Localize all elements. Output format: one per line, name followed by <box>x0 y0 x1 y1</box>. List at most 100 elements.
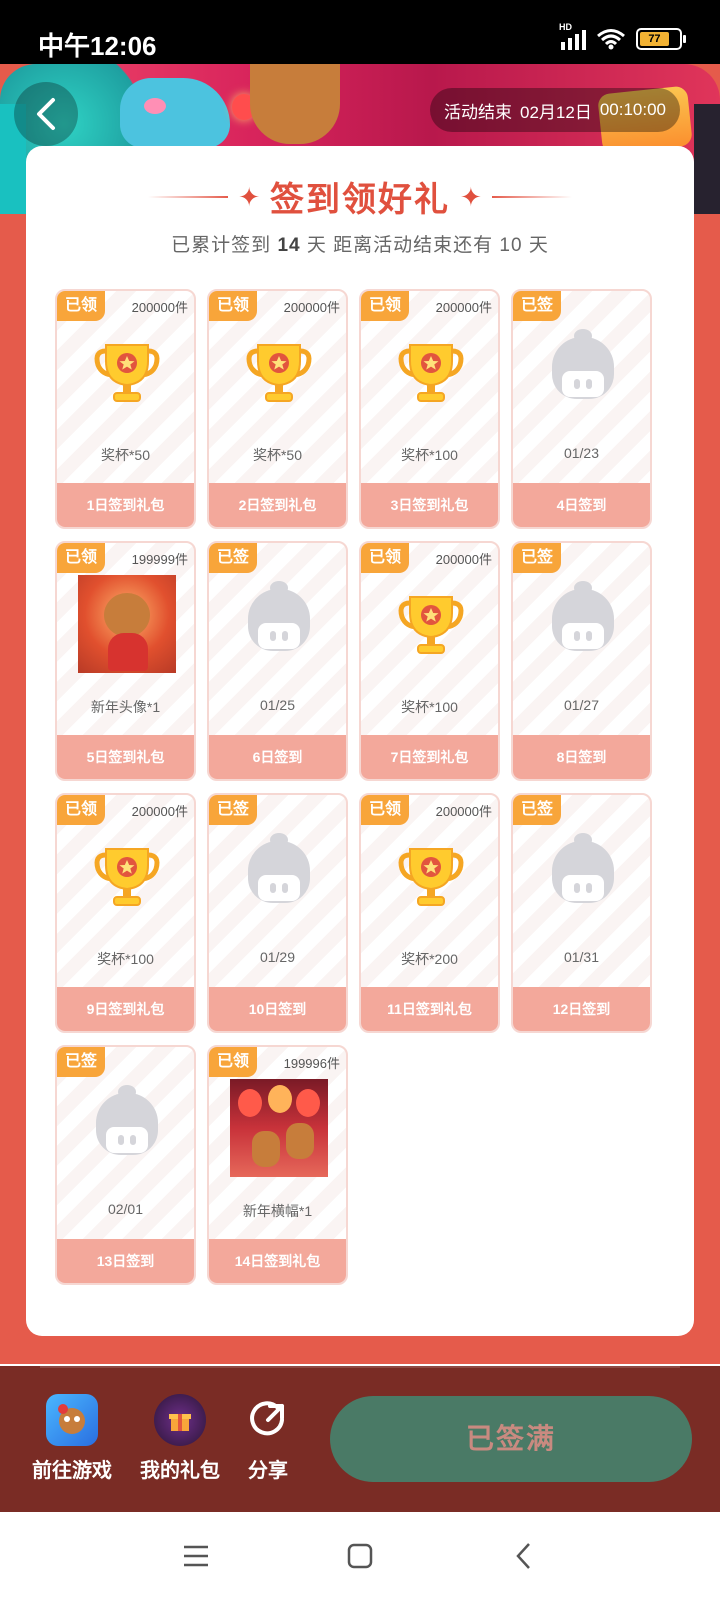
reward-tile[interactable]: 已领 200000件 奖杯*200 11日签到礼包 <box>359 793 500 1033</box>
event-countdown: 活动结束 02月12日 00:10:00 <box>430 88 681 132</box>
signin-card: ✦ 签到领好礼 ✦ 已累计签到 14 天 距离活动结束还有 10 天 已领 200… <box>26 146 694 1336</box>
reward-image <box>230 1079 328 1177</box>
reward-name: 新年头像*1 <box>90 699 161 715</box>
share-icon <box>242 1394 294 1446</box>
new-year-avatar-image <box>78 575 176 673</box>
reward-tile[interactable]: 已签 01/27 8日签到 <box>511 541 652 781</box>
status-badge: 已领 <box>361 543 409 573</box>
stock-count: 200000件 <box>131 804 188 819</box>
signed-days-count: 14 <box>277 235 301 256</box>
trophy-icon <box>398 596 464 654</box>
status-badge: 已签 <box>513 795 561 825</box>
stock-count: 200000件 <box>435 804 492 819</box>
reward-tile[interactable]: 已签 01/31 12日签到 <box>511 793 652 1033</box>
placeholder-icon <box>552 329 614 407</box>
stock-count: 199999件 <box>131 552 188 567</box>
reward-name: 奖杯*100 <box>401 447 458 463</box>
countdown-label: 活动结束 <box>444 102 512 122</box>
home-icon[interactable] <box>338 1534 382 1578</box>
reward-name: 01/23 <box>563 445 600 461</box>
banner-edge-right <box>694 104 720 214</box>
status-badge: 已签 <box>209 543 257 573</box>
placeholder-icon <box>96 1085 158 1163</box>
status-badge: 已领 <box>361 795 409 825</box>
reward-image <box>78 827 176 925</box>
my-gifts-label: 我的礼包 <box>140 1460 220 1482</box>
new-year-banner-image <box>230 1079 328 1177</box>
reward-tile[interactable]: 已签 01/29 10日签到 <box>207 793 348 1033</box>
system-navigation-bar <box>0 1512 720 1600</box>
reward-image <box>230 323 328 421</box>
reward-tile[interactable]: 已签 01/25 6日签到 <box>207 541 348 781</box>
signin-summary: 已累计签到 14 天 距离活动结束还有 10 天 <box>26 230 694 257</box>
back-button[interactable] <box>14 82 78 146</box>
signed-full-button[interactable]: 已签满 <box>330 1396 692 1482</box>
reward-day-label: 3日签到礼包 <box>361 483 498 527</box>
reward-name: 01/29 <box>259 949 296 965</box>
reward-tile[interactable]: 已签 02/01 13日签到 <box>55 1045 196 1285</box>
reward-day-label: 7日签到礼包 <box>361 735 498 779</box>
reward-image <box>230 575 328 673</box>
reward-day-label: 14日签到礼包 <box>209 1239 346 1283</box>
back-icon[interactable] <box>502 1534 546 1578</box>
reward-image <box>534 323 632 421</box>
signal-icon: HD <box>559 22 586 50</box>
reward-name: 新年横幅*1 <box>242 1203 313 1219</box>
go-game-button[interactable]: 前往游戏 <box>22 1394 122 1483</box>
placeholder-icon <box>248 581 310 659</box>
reward-day-label: 9日签到礼包 <box>57 987 194 1031</box>
bottom-action-bar: 前往游戏 我的礼包 分享 已签满 <box>0 1366 720 1512</box>
chevron-left-icon <box>37 98 55 130</box>
status-badge: 已领 <box>57 291 105 321</box>
status-time: 中午12:06 <box>38 31 157 61</box>
reward-day-label: 8日签到 <box>513 735 650 779</box>
reward-image <box>230 827 328 925</box>
stock-count: 200000件 <box>435 300 492 315</box>
reward-name: 奖杯*50 <box>100 447 151 463</box>
reward-day-label: 13日签到 <box>57 1239 194 1283</box>
status-bar: 中午12:06 HD 77 <box>0 0 720 64</box>
summary-suffix: 天 <box>528 235 549 256</box>
reward-image <box>534 575 632 673</box>
trophy-icon <box>398 848 464 906</box>
trophy-icon <box>246 344 312 402</box>
reward-image <box>78 575 176 673</box>
reward-name: 奖杯*100 <box>401 699 458 715</box>
reward-day-label: 6日签到 <box>209 735 346 779</box>
menu-icon[interactable] <box>174 1534 218 1578</box>
reward-tile[interactable]: 已领 200000件奖杯*100 9日签到礼包 <box>55 793 196 1033</box>
share-button[interactable]: 分享 <box>218 1394 318 1483</box>
my-gifts-button[interactable]: 我的礼包 <box>130 1394 230 1483</box>
reward-name: 奖杯*200 <box>401 951 458 967</box>
status-badge: 已签 <box>513 291 561 321</box>
title-divider-left <box>148 195 229 198</box>
reward-name: 奖杯*100 <box>97 951 154 967</box>
reward-image <box>382 575 480 673</box>
go-game-label: 前往游戏 <box>32 1460 112 1482</box>
trophy-icon <box>94 344 160 402</box>
reward-tile[interactable]: 已领 200000件奖杯*100 3日签到礼包 <box>359 289 500 529</box>
reward-day-label: 4日签到 <box>513 483 650 527</box>
sparkle-icon: ✦ <box>238 181 260 212</box>
reward-image <box>382 323 480 421</box>
status-badge: 已领 <box>209 291 257 321</box>
battery-level: 77 <box>640 32 669 46</box>
status-badge: 已领 <box>361 291 409 321</box>
reward-tile[interactable]: 已领 200000件奖杯*100 7日签到礼包 <box>359 541 500 781</box>
card-title: 签到领好礼 <box>270 181 450 219</box>
status-badge: 已领 <box>209 1047 257 1077</box>
network-type: HD <box>559 22 572 32</box>
status-badge: 已领 <box>57 795 105 825</box>
reward-tile[interactable]: 已领 200000件 奖杯*50 2日签到礼包 <box>207 289 348 529</box>
title-divider-right <box>491 195 572 198</box>
stock-count: 200000件 <box>283 300 340 315</box>
reward-tile[interactable]: 已领 200000件 奖杯*50 1日签到礼包 <box>55 289 196 529</box>
reward-day-label: 10日签到 <box>209 987 346 1031</box>
stock-count: 200000件 <box>435 552 492 567</box>
stock-count: 199996件 <box>283 1056 340 1071</box>
reward-tile[interactable]: 已领 199999件 新年头像*1 5日签到礼包 <box>55 541 196 781</box>
crocodile-illustration <box>120 78 230 148</box>
reward-tile[interactable]: 已签 01/23 4日签到 <box>511 289 652 529</box>
trophy-icon <box>398 344 464 402</box>
reward-tile[interactable]: 已领 199996件新年横幅*1 14日签到礼包 <box>207 1045 348 1285</box>
